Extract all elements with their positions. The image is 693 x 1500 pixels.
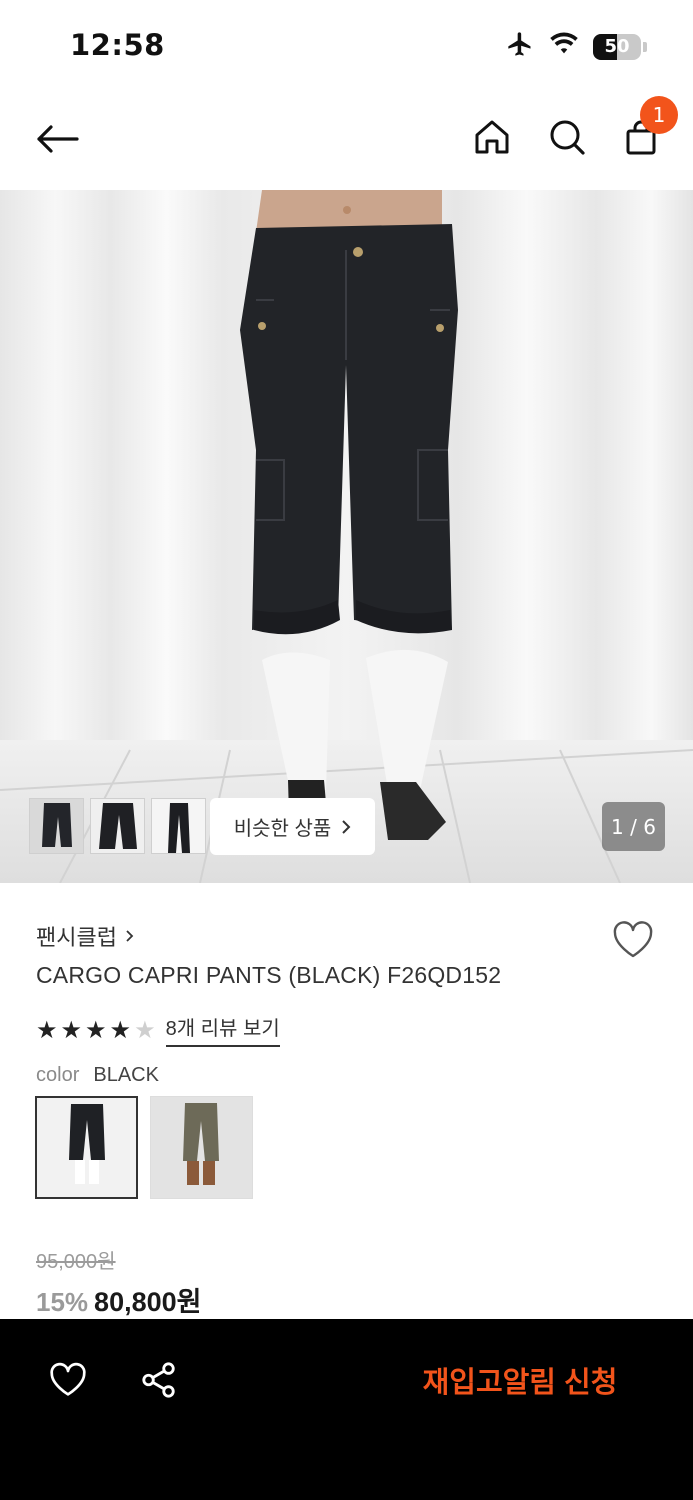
color-label: color — [36, 1064, 80, 1086]
gallery-thumbnail-1[interactable] — [29, 798, 84, 854]
star-empty-icon: ★ — [134, 1015, 156, 1044]
color-value: BLACK — [93, 1064, 159, 1086]
brand-name: 팬시클럽 — [36, 925, 117, 950]
image-page-counter: 1 / 6 — [602, 802, 665, 851]
wifi-icon — [549, 31, 579, 62]
search-button[interactable] — [544, 114, 590, 160]
color-row: color BLACK — [36, 1064, 159, 1087]
status-icons: 50 — [505, 30, 647, 63]
price-row: 15% 80,800원 — [36, 1280, 201, 1319]
share-button[interactable] — [137, 1358, 181, 1402]
swatch-khaki[interactable] — [150, 1096, 253, 1199]
back-button[interactable] — [34, 116, 80, 162]
cart-count-badge: 1 — [640, 96, 678, 134]
sale-price: 80,800원 — [94, 1287, 202, 1317]
search-icon — [550, 120, 585, 155]
product-image[interactable] — [0, 190, 693, 883]
swatch-black[interactable] — [35, 1096, 138, 1199]
star-filled-icon: ★ — [36, 1015, 58, 1044]
heart-icon — [50, 1362, 86, 1396]
home-button[interactable] — [469, 114, 515, 160]
bottom-action-bar: 재입고알림 신청 — [0, 1319, 693, 1500]
wishlist-button[interactable] — [608, 916, 658, 964]
battery-level-text: 50 — [604, 36, 630, 57]
back-arrow-icon — [37, 125, 79, 153]
bottom-wishlist-button[interactable] — [46, 1358, 90, 1402]
gallery-thumbnail-3[interactable] — [151, 798, 206, 854]
star-filled-icon: ★ — [85, 1015, 107, 1044]
star-filled-icon: ★ — [109, 1015, 132, 1044]
top-navigation — [0, 90, 693, 190]
airplane-icon — [505, 30, 535, 63]
status-time: 12:58 — [70, 28, 165, 62]
original-price: 95,000원 — [36, 1251, 116, 1273]
gallery-thumbnails — [29, 798, 206, 854]
star-filled-icon: ★ — [60, 1015, 83, 1044]
battery-indicator: 50 — [593, 33, 641, 60]
gallery-thumbnail-2[interactable] — [90, 798, 145, 854]
battery-nub — [643, 41, 647, 52]
discount-rate: 15% — [36, 1287, 89, 1317]
chevron-right-icon — [126, 930, 134, 942]
share-icon — [142, 1362, 175, 1398]
product-title: CARGO CAPRI PANTS (BLACK) F26QD152 — [36, 962, 502, 988]
similar-products-label: 비슷한 상품 — [233, 818, 332, 840]
battery-icon: 50 — [593, 33, 647, 60]
rating-stars: ★ ★ ★ ★ ★ — [36, 1018, 156, 1042]
status-bar: 12:58 50 — [0, 0, 693, 90]
home-icon — [475, 120, 509, 154]
similar-products-button[interactable]: 비슷한 상품 — [210, 798, 375, 855]
rating-row: ★ ★ ★ ★ ★ 8개 리뷰 보기 — [36, 1012, 280, 1047]
product-photo — [0, 190, 693, 883]
color-swatches — [35, 1096, 253, 1199]
chevron-right-icon — [342, 819, 351, 834]
heart-icon — [613, 921, 653, 958]
restock-alert-button[interactable]: 재입고알림 신청 — [400, 1357, 640, 1403]
brand-link[interactable]: 팬시클럽 — [36, 920, 134, 952]
review-link[interactable]: 8개 리뷰 보기 — [165, 1012, 280, 1047]
